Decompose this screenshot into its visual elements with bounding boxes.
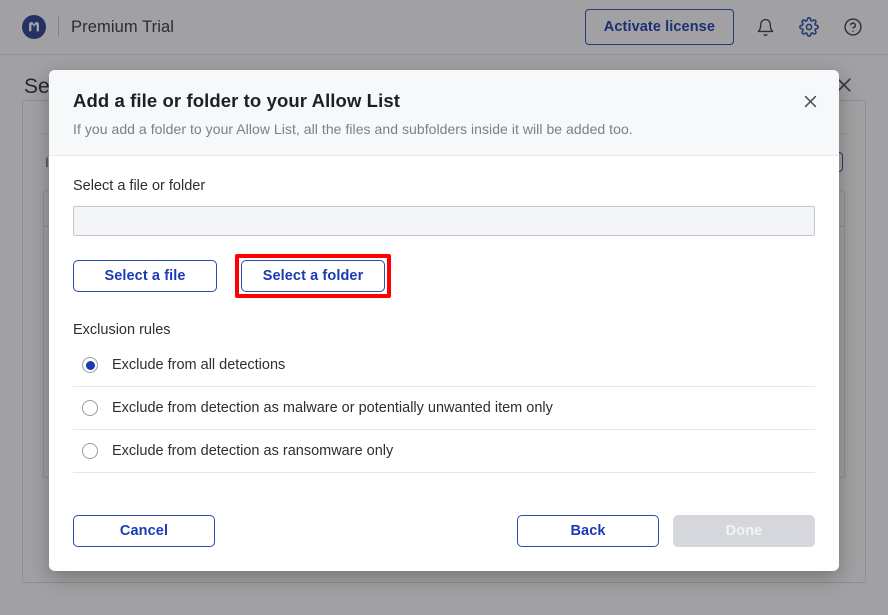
radio-option-ransomware[interactable]: Exclude from detection as ransomware onl… [73,430,815,473]
path-input[interactable] [73,206,815,236]
select-a-folder-button[interactable]: Select a folder [241,260,385,292]
radio-option-label: Exclude from detection as malware or pot… [112,400,553,416]
radio-option-label: Exclude from detection as ransomware onl… [112,443,393,459]
path-field-label: Select a file or folder [73,178,815,194]
add-allow-list-dialog: Add a file or folder to your Allow List … [49,70,839,571]
done-button: Done [673,515,815,547]
file-picker-row: Select a file Select a folder [73,254,815,298]
dialog-body: Select a file or folder Select a file Se… [49,156,839,493]
dialog-footer: Cancel Back Done [49,493,839,571]
radio-option-malware-pup[interactable]: Exclude from detection as malware or pot… [73,387,815,430]
radio-button-icon[interactable] [82,400,98,416]
select-a-file-button[interactable]: Select a file [73,260,217,292]
radio-option-label: Exclude from all detections [112,357,285,373]
exclusion-rules-label: Exclusion rules [73,322,815,338]
select-a-folder-highlight: Select a folder [235,254,391,298]
radio-button-icon[interactable] [82,357,98,373]
radio-button-icon[interactable] [82,443,98,459]
modal-overlay: Add a file or folder to your Allow List … [0,0,888,615]
dialog-subtitle: If you add a folder to your Allow List, … [73,121,815,137]
radio-option-all-detections[interactable]: Exclude from all detections [73,344,815,387]
dialog-header: Add a file or folder to your Allow List … [49,70,839,156]
back-button[interactable]: Back [517,515,659,547]
cancel-button[interactable]: Cancel [73,515,215,547]
footer-right-actions: Back Done [517,515,815,547]
close-icon[interactable] [795,86,825,116]
dialog-title: Add a file or folder to your Allow List [73,90,815,112]
